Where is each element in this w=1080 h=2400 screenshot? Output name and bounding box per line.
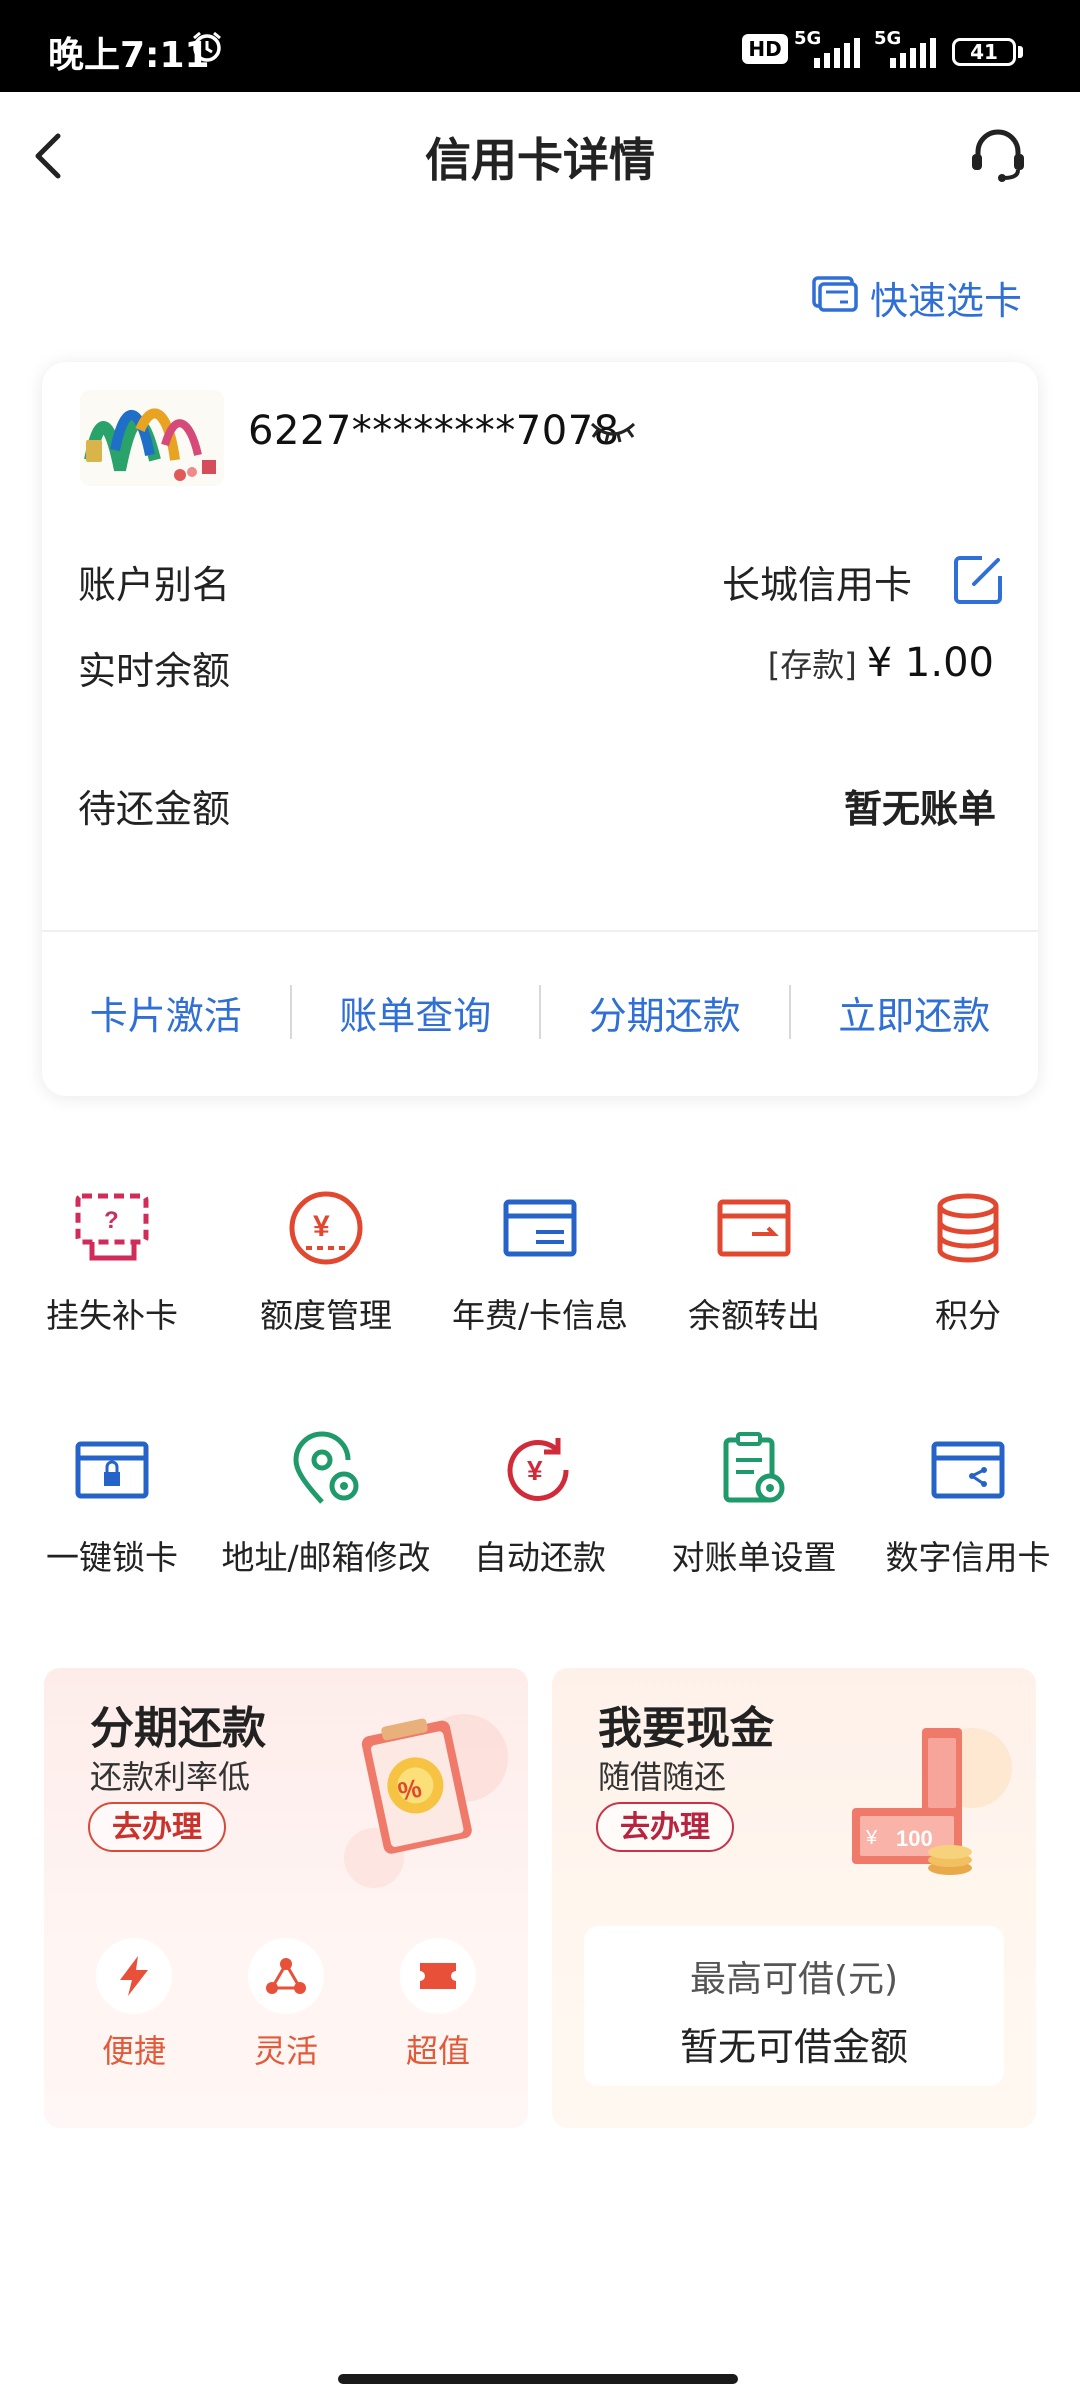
- page-title: 信用卡详情: [425, 133, 655, 187]
- balance-label: 实时余额: [78, 649, 231, 693]
- hd-badge: HD: [742, 34, 788, 64]
- cash-go-button[interactable]: 去办理: [596, 1802, 734, 1852]
- lock-card-icon: [66, 1424, 158, 1516]
- due-amount-value: 暂无账单: [843, 787, 996, 831]
- network-nodes-icon: [248, 1938, 324, 2014]
- grid-item-points[interactable]: 积分: [860, 1182, 1076, 1340]
- card-number: 6227********7078: [248, 408, 620, 454]
- report-loss-icon: ?: [66, 1182, 158, 1274]
- grid-label: 额度管理: [260, 1296, 392, 1335]
- due-amount-label: 待还金额: [78, 787, 231, 831]
- battery-icon: 41: [952, 38, 1016, 66]
- grid-item-report-loss[interactable]: ? 挂失补卡: [4, 1182, 220, 1340]
- grid-label: 地址/邮箱修改: [221, 1538, 431, 1577]
- repay-now-button[interactable]: 立即还款: [791, 985, 1039, 1040]
- statement-settings-icon: [708, 1424, 800, 1516]
- grid-item-credit-limit[interactable]: ¥ 额度管理: [218, 1182, 434, 1340]
- auto-repay-icon: ¥: [494, 1424, 586, 1516]
- cash-loan-promo-card[interactable]: 我要现金 随借随还 去办理 ¥ 100 最高可借(元) 暂无可借金额: [552, 1668, 1036, 2128]
- balance-value-group: [存款] ¥ 1.00: [768, 640, 994, 686]
- balance-value: ¥ 1.00: [866, 640, 994, 686]
- grid-label: 余额转出: [688, 1296, 820, 1335]
- svg-text:?: ?: [104, 1207, 119, 1234]
- promo-subtitle: 随借随还: [598, 1758, 727, 1796]
- quick-select-card-button[interactable]: 快速选卡: [810, 270, 1022, 325]
- edit-icon: [954, 556, 1002, 604]
- grid-item-balance-transfer[interactable]: 余额转出: [646, 1182, 862, 1340]
- grid-label: 一键锁卡: [46, 1538, 178, 1577]
- digital-card-icon: [922, 1424, 1014, 1516]
- card-switch-icon: [810, 272, 858, 323]
- ticket-icon: [400, 1938, 476, 2014]
- svg-text:100: 100: [896, 1826, 933, 1851]
- installment-go-button[interactable]: 去办理: [88, 1802, 226, 1852]
- max-borrow-box: 最高可借(元) 暂无可借金额: [584, 1926, 1004, 2086]
- quick-select-label: 快速选卡: [869, 279, 1022, 323]
- svg-text:¥: ¥: [313, 1210, 330, 1243]
- battery-tip: [1018, 46, 1023, 58]
- max-borrow-label: 最高可借(元): [689, 1959, 899, 2000]
- feature-convenient: 便捷: [74, 1938, 194, 2072]
- points-icon: [922, 1182, 1014, 1274]
- signal-icon: [888, 38, 938, 72]
- feature-value: 超值: [378, 1938, 498, 2072]
- alarm-icon: [190, 30, 224, 68]
- headset-icon: [972, 129, 1024, 182]
- eye-closed-icon[interactable]: [588, 418, 638, 452]
- divider: [42, 930, 1038, 932]
- balance-transfer-icon: [708, 1182, 800, 1274]
- edit-alias-button[interactable]: [952, 552, 1006, 610]
- svg-text:¥: ¥: [865, 1827, 878, 1849]
- grid-item-address-edit[interactable]: 地址/邮箱修改: [218, 1424, 434, 1582]
- clipboard-illustration-icon: %: [314, 1698, 514, 1902]
- cash-illustration-icon: ¥ 100: [832, 1698, 1022, 1902]
- grid-label: 数字信用卡: [885, 1538, 1051, 1577]
- customer-service-button[interactable]: [966, 122, 1030, 186]
- grid-label: 挂失补卡: [46, 1296, 178, 1335]
- grid-item-digital-card[interactable]: 数字信用卡: [860, 1424, 1076, 1582]
- grid-label: 对账单设置: [671, 1538, 837, 1577]
- feature-flexible: 灵活: [226, 1938, 346, 2072]
- bill-inquiry-button[interactable]: 账单查询: [292, 985, 540, 1040]
- promo-title: 我要现金: [598, 1703, 774, 1754]
- grid-item-statement-settings[interactable]: 对账单设置: [646, 1424, 862, 1582]
- card-info-icon: [494, 1182, 586, 1274]
- grid-item-auto-repay[interactable]: ¥ 自动还款: [432, 1424, 648, 1582]
- grid-item-lock-card[interactable]: 一键锁卡: [4, 1424, 220, 1582]
- grid-label: 积分: [935, 1296, 1001, 1335]
- card-thumbnail[interactable]: [80, 390, 224, 486]
- card-actions-bar: 卡片激活 账单查询 分期还款 立即还款: [42, 980, 1038, 1044]
- alias-value: 长城信用卡: [721, 563, 912, 607]
- balance-prefix: [存款]: [767, 646, 857, 684]
- promo-title: 分期还款: [90, 1703, 266, 1754]
- feature-label: 便捷: [101, 2032, 166, 2070]
- installment-promo-card[interactable]: 分期还款 还款利率低 去办理 % 便捷 灵活 超值: [44, 1668, 528, 2128]
- address-edit-icon: [280, 1424, 372, 1516]
- status-bar: 晚上7:11 HD 5G 5G 41: [0, 0, 1080, 92]
- grid-label: 自动还款: [474, 1538, 606, 1577]
- promo-subtitle: 还款利率低: [90, 1758, 251, 1796]
- grid-item-card-info[interactable]: 年费/卡信息: [432, 1182, 648, 1340]
- svg-text:¥: ¥: [527, 1455, 543, 1486]
- feature-label: 灵活: [253, 2032, 318, 2070]
- status-time: 晚上7:11: [48, 35, 210, 76]
- installment-button[interactable]: 分期还款: [541, 985, 789, 1040]
- activate-card-button[interactable]: 卡片激活: [42, 985, 290, 1040]
- max-borrow-value: 暂无可借金额: [679, 2025, 908, 2069]
- feature-label: 超值: [405, 2032, 470, 2070]
- signal-icon: [812, 38, 862, 72]
- alias-label: 账户别名: [78, 563, 231, 607]
- lightning-icon: [96, 1938, 172, 2014]
- credit-limit-icon: ¥: [280, 1182, 372, 1274]
- grid-label: 年费/卡信息: [451, 1296, 629, 1335]
- home-indicator[interactable]: [338, 2374, 738, 2384]
